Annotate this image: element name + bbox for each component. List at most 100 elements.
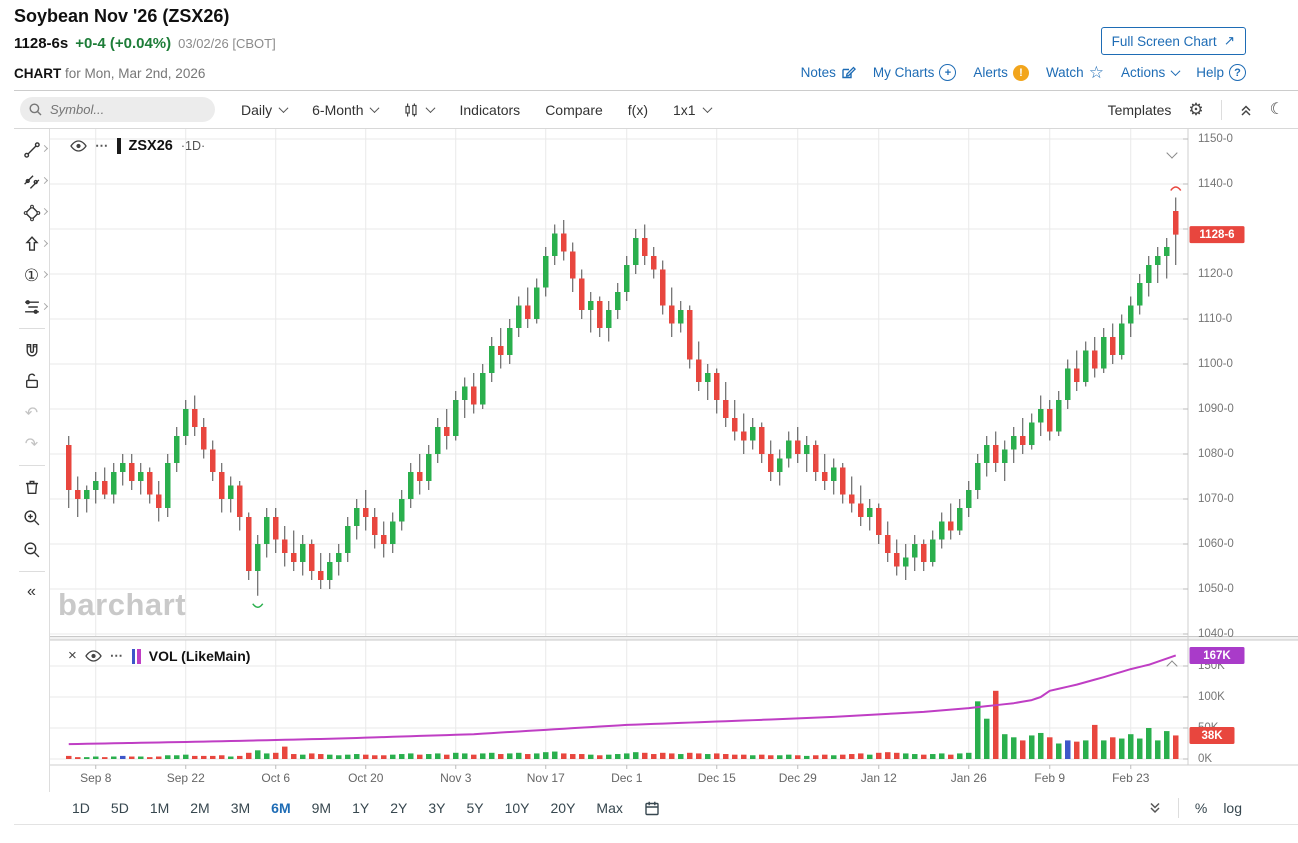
range-button-2m[interactable]: 2M: [190, 800, 209, 816]
arrow-up-tool-icon[interactable]: [14, 229, 49, 261]
collapse-left-tool-icon[interactable]: «: [14, 577, 49, 609]
magnet-tool-icon[interactable]: [14, 334, 49, 366]
vol-color-bar-blue: [132, 649, 136, 664]
series-menu-dots-icon[interactable]: ⋯: [95, 138, 109, 154]
bottombar-right-cluster: % log: [1148, 798, 1298, 818]
range-dropdown[interactable]: 6-Month: [312, 102, 378, 118]
toolbar-right-cluster: Templates ⚙ ☾: [1108, 100, 1298, 120]
header-link-notes[interactable]: Notes: [801, 65, 856, 80]
dark-mode-moon-icon[interactable]: ☾: [1270, 101, 1284, 118]
range-button-3m[interactable]: 3M: [231, 800, 250, 816]
templates-button[interactable]: Templates: [1108, 102, 1172, 118]
fx-button[interactable]: f(x): [628, 102, 648, 118]
chart-type-dropdown[interactable]: [403, 102, 434, 118]
pane-divider[interactable]: [50, 637, 1298, 641]
range-button-max[interactable]: Max: [596, 800, 622, 816]
range-button-3y[interactable]: 3Y: [428, 800, 445, 816]
caret-down-icon: [1170, 69, 1179, 76]
price-chart-svg-host[interactable]: 1150-01140-01120-01110-01100-01090-01080…: [50, 129, 1298, 797]
page-title: Soybean Nov '26 (ZSX26): [14, 6, 1298, 27]
remove-study-icon[interactable]: ×: [68, 650, 77, 662]
layout-dropdown[interactable]: 1x1: [673, 102, 711, 118]
submenu-chevron-icon: [41, 176, 48, 183]
channels-tool-icon[interactable]: [14, 166, 49, 198]
undo-tool-icon[interactable]: ↶: [14, 397, 49, 429]
zoom-in-tool-icon[interactable]: [14, 503, 49, 535]
trash-tool-icon[interactable]: [14, 471, 49, 503]
price-change: +0-4 (+0.04%): [75, 35, 171, 52]
trendline-tool-icon[interactable]: [14, 134, 49, 166]
annotation-one-tool-icon[interactable]: ①: [14, 260, 49, 292]
range-button-2y[interactable]: 2Y: [390, 800, 407, 816]
full-screen-chart-button[interactable]: Full Screen Chart ↗: [1101, 27, 1246, 55]
eye-icon[interactable]: [70, 140, 87, 152]
eye-icon[interactable]: [85, 650, 102, 662]
range-button-1d[interactable]: 1D: [72, 800, 90, 816]
header-link-help[interactable]: Help?: [1196, 64, 1246, 81]
range-button-5d[interactable]: 5D: [111, 800, 129, 816]
range-button-10y[interactable]: 10Y: [505, 800, 530, 816]
indicators-button[interactable]: Indicators: [459, 102, 520, 118]
svg-text:Nov 17: Nov 17: [527, 771, 565, 785]
volume-study-label: VOL (LikeMain): [149, 648, 251, 664]
last-volume-badge: 38K: [1190, 727, 1235, 744]
svg-text:Jan 12: Jan 12: [861, 771, 897, 785]
study-menu-dots-icon[interactable]: ⋯: [110, 648, 124, 664]
last-price: 1128-6s: [14, 35, 68, 52]
period-dropdown[interactable]: Daily: [241, 102, 287, 118]
svg-text:Dec 1: Dec 1: [611, 771, 643, 785]
svg-text:0K: 0K: [1198, 753, 1212, 765]
svg-text:1070-0: 1070-0: [1198, 493, 1234, 505]
redo-tool-icon[interactable]: ↷: [14, 429, 49, 461]
header-link-alerts[interactable]: Alerts!: [973, 65, 1029, 81]
series-symbol: ZSX26: [129, 138, 173, 154]
fibonacci-tool-icon[interactable]: [14, 292, 49, 324]
volume-pane-collapse-chevron[interactable]: [1168, 657, 1176, 675]
svg-text:1128-6: 1128-6: [1199, 229, 1234, 241]
chart-region[interactable]: 1150-01140-01120-01110-01100-01090-01080…: [50, 129, 1298, 792]
header-link-label: Watch: [1046, 65, 1084, 80]
svg-text:Oct 6: Oct 6: [261, 771, 290, 785]
chart-for-label: CHART for Mon, Mar 2nd, 2026: [14, 66, 205, 81]
header-link-watch[interactable]: Watch☆: [1046, 65, 1104, 80]
submenu-chevron-icon: [41, 208, 48, 215]
range-button-20y[interactable]: 20Y: [551, 800, 576, 816]
main-pane-collapse-chevron[interactable]: [1168, 144, 1176, 162]
candlestick-icon: [403, 102, 419, 118]
vol-color-bar-purple: [137, 649, 141, 664]
chart-toolbar: Daily 6-Month Indicators Compare f(x) 1x…: [14, 91, 1298, 129]
calendar-icon[interactable]: [644, 800, 660, 816]
header-link-my-charts[interactable]: My Charts+: [873, 64, 957, 81]
drawing-toolbar: ① ↶↷ «: [14, 129, 50, 792]
lock-open-tool-icon[interactable]: [14, 366, 49, 398]
header-link-actions[interactable]: Actions: [1121, 65, 1179, 80]
symbol-search-input[interactable]: [48, 101, 202, 118]
percent-scale-button[interactable]: %: [1195, 800, 1207, 816]
svg-text:1120-0: 1120-0: [1198, 268, 1233, 280]
range-button-9m[interactable]: 9M: [312, 800, 331, 816]
chart-wrap: ①↶↷« 1150-01140-01120-01110-01100-01090-…: [14, 129, 1298, 792]
symbol-search[interactable]: [20, 97, 215, 122]
search-icon: [29, 103, 42, 116]
range-button-1m[interactable]: 1M: [150, 800, 169, 816]
log-scale-button[interactable]: log: [1223, 800, 1242, 816]
open-interest-badge: 167K: [1190, 647, 1245, 664]
svg-text:Feb 9: Feb 9: [1034, 771, 1065, 785]
range-label: 6-Month: [312, 102, 363, 118]
svg-text:1140-0: 1140-0: [1198, 178, 1233, 190]
header-links: Notes My Charts+ Alerts! Watch☆ Actions Help?: [801, 64, 1246, 81]
collapse-up-icon[interactable]: [1239, 103, 1253, 117]
submenu-chevron-icon: [41, 302, 48, 309]
range-button-5y[interactable]: 5Y: [466, 800, 483, 816]
full-screen-chart-label: Full Screen Chart: [1112, 34, 1217, 49]
compare-button[interactable]: Compare: [545, 102, 603, 118]
range-button-1y[interactable]: 1Y: [352, 800, 369, 816]
range-button-6m[interactable]: 6M: [271, 800, 290, 816]
shapes-tool-icon[interactable]: [14, 197, 49, 229]
range-buttons: 1D 5D 1M 2M 3M 6M 9M 1Y 2Y 3Y 5Y 10Y 20Y Max: [72, 800, 623, 816]
chart-canvas[interactable]: 1150-01140-01120-01110-01100-01090-01080…: [50, 129, 1298, 792]
zoom-out-tool-icon[interactable]: [14, 534, 49, 566]
svg-text:167K: 167K: [1203, 650, 1231, 662]
gear-icon[interactable]: ⚙: [1188, 101, 1203, 118]
collapse-down-icon[interactable]: [1148, 801, 1162, 815]
